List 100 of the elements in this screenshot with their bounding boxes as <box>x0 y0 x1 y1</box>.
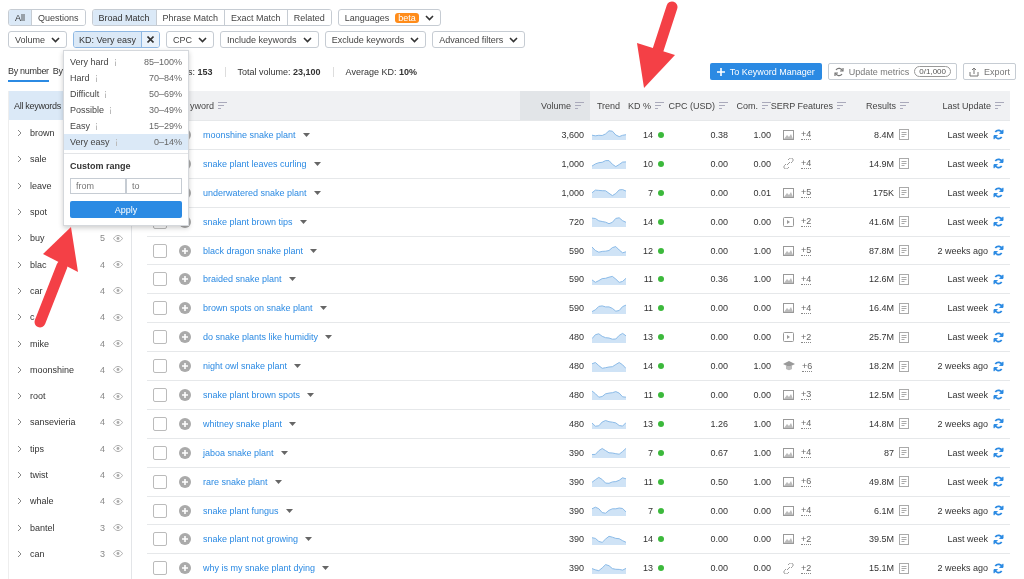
kd-cell: 13 <box>643 332 653 343</box>
kd-cell: 14 <box>643 216 653 227</box>
results-cell: 12.6M <box>869 274 894 285</box>
competition-cell: 1.00 <box>753 129 771 140</box>
volume-cell: 590 <box>568 245 584 256</box>
competition-cell: 0.00 <box>753 505 771 516</box>
competition-cell: 1.00 <box>753 361 771 372</box>
results-cell: 6.1M <box>874 505 894 516</box>
competition-cell: 0.00 <box>753 534 771 545</box>
group-count: 4 <box>100 338 105 349</box>
stat-text: s: 153 <box>188 66 213 77</box>
results-cell: 175K <box>872 187 894 198</box>
volume-cell: 480 <box>568 389 584 400</box>
competition-cell: 1.00 <box>753 245 771 256</box>
group-count: 4 <box>100 285 105 296</box>
results-cell: 49.8M <box>869 476 894 487</box>
cpc-cell: 0.00 <box>710 389 728 400</box>
last-update-cell: 2 weeks ago <box>937 563 988 574</box>
last-update-cell: 2 weeks ago <box>937 245 988 256</box>
kd-cell: 11 <box>643 303 653 314</box>
group-count: 4 <box>100 364 105 375</box>
kd-cell: 11 <box>643 389 653 400</box>
volume-cell: 720 <box>568 216 584 227</box>
last-update-cell: Last week <box>947 129 988 140</box>
last-update-cell: 2 weeks ago <box>937 361 988 372</box>
competition-cell: 0.00 <box>753 332 771 343</box>
group-count: 5 <box>100 233 105 244</box>
competition-cell: 0.00 <box>753 216 771 227</box>
results-cell: 87 <box>884 447 894 458</box>
volume-cell: 480 <box>568 418 584 429</box>
cpc-cell: 0.38 <box>710 129 728 140</box>
volume-cell: 390 <box>568 505 584 516</box>
custom-range-label: Custom range <box>70 161 132 171</box>
kd-cell: 13 <box>643 418 653 429</box>
kd-cell: 14 <box>643 129 653 140</box>
cpc-cell: 0.00 <box>710 505 728 516</box>
group-count: 4 <box>100 391 105 402</box>
volume-cell: 390 <box>568 534 584 545</box>
stat-text: Average KD: 10% <box>332 66 417 77</box>
last-update-cell: Last week <box>947 303 988 314</box>
cpc-cell: 0.00 <box>710 158 728 169</box>
kd-cell: 7 <box>648 447 653 458</box>
last-update-cell: Last week <box>947 158 988 169</box>
kd-cell: 13 <box>643 563 653 574</box>
group-count: 4 <box>100 443 105 454</box>
kd-cell: 11 <box>643 476 653 487</box>
group-count: 4 <box>100 470 105 480</box>
results-cell: 16.4M <box>869 303 894 314</box>
last-update-cell: Last week <box>947 389 988 400</box>
volume-cell: 590 <box>568 303 584 314</box>
results-cell: 12.5M <box>869 389 894 400</box>
stat-text: Total volume: 23,100 <box>224 66 321 77</box>
competition-cell: 1.00 <box>753 476 771 487</box>
volume-cell: 1,000 <box>561 187 584 198</box>
cpc-cell: 0.36 <box>710 274 728 285</box>
cpc-cell: 0.00 <box>710 245 728 256</box>
group-count: 4 <box>100 312 105 323</box>
results-cell: 87.8M <box>869 245 894 256</box>
volume-cell: 1,000 <box>561 158 584 169</box>
cpc-cell: 0.00 <box>710 332 728 343</box>
volume-cell: 480 <box>568 332 584 343</box>
last-update-cell: Last week <box>947 332 988 343</box>
volume-cell: 3,600 <box>561 129 584 140</box>
cpc-cell: 0.00 <box>710 563 728 574</box>
competition-cell: 0.00 <box>753 303 771 314</box>
competition-cell: 0.00 <box>753 158 771 169</box>
cpc-cell: 0.00 <box>710 216 728 227</box>
volume-cell: 390 <box>568 447 584 458</box>
competition-cell: 0.00 <box>753 389 771 400</box>
kd-cell: 10 <box>643 158 653 169</box>
kd-cell: 14 <box>643 534 653 545</box>
competition-cell: 1.00 <box>753 418 771 429</box>
group-count: 3 <box>100 522 105 533</box>
group-count: 4 <box>100 417 105 428</box>
cpc-cell: 0.67 <box>710 447 728 458</box>
results-cell: 41.6M <box>869 216 894 227</box>
results-cell: 39.5M <box>869 534 894 545</box>
beta-badge: beta <box>395 12 419 23</box>
cpc-cell: 0.00 <box>710 361 728 372</box>
competition-cell: 0.00 <box>753 563 771 574</box>
last-update-cell: 2 weeks ago <box>937 418 988 429</box>
results-cell: 25.7M <box>869 332 894 343</box>
kd-cell: 14 <box>643 361 653 372</box>
last-update-cell: Last week <box>947 216 988 227</box>
results-cell: 8.4M <box>874 129 894 140</box>
last-update-cell: 2 weeks ago <box>937 505 988 516</box>
volume-cell: 590 <box>568 274 584 285</box>
group-count: 3 <box>100 548 105 559</box>
results-cell: 14.9M <box>869 158 894 169</box>
kd-cell: 7 <box>648 187 653 198</box>
results-cell: 15.1M <box>869 563 894 574</box>
volume-cell: 390 <box>568 476 584 487</box>
cpc-cell: 0.00 <box>710 187 728 198</box>
kd-cell: 12 <box>643 245 653 256</box>
results-cell: 18.2M <box>869 361 894 372</box>
cpc-cell: 1.26 <box>710 418 728 429</box>
last-update-cell: Last week <box>947 274 988 285</box>
competition-cell: 1.00 <box>753 274 771 285</box>
competition-cell: 1.00 <box>753 447 771 458</box>
group-count: 4 <box>100 259 105 270</box>
